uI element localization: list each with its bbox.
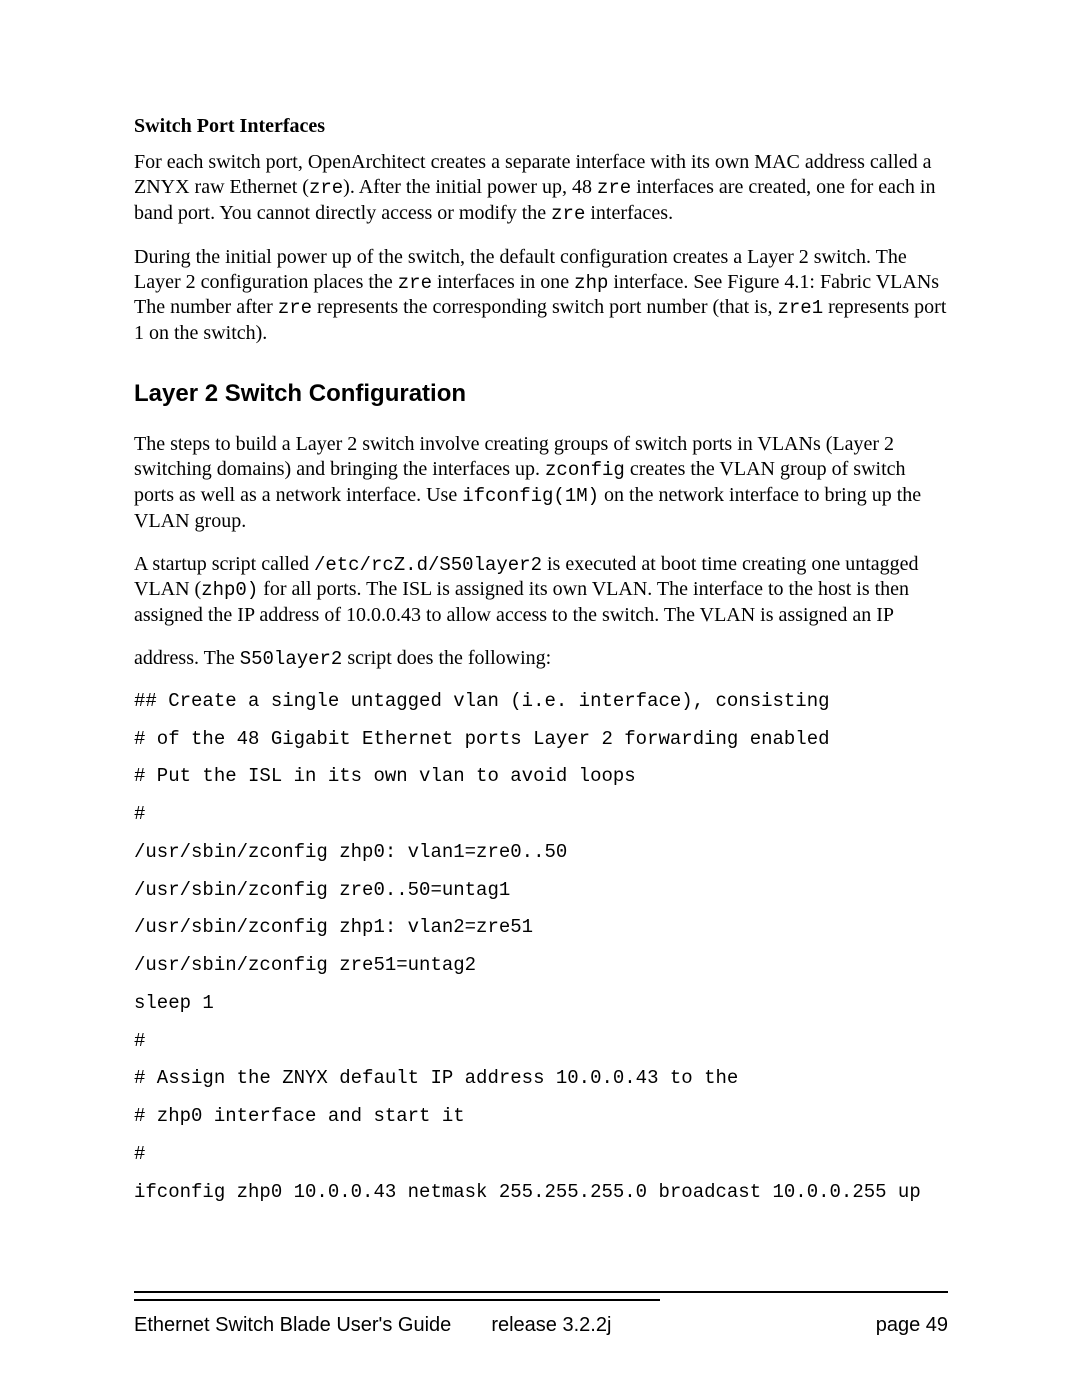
paragraph: address. The S50layer2 script does the f… xyxy=(134,646,948,672)
paragraph: The steps to build a Layer 2 switch invo… xyxy=(134,432,948,534)
code-line: # xyxy=(134,1030,948,1054)
code-line: # zhp0 interface and start it xyxy=(134,1105,948,1129)
inline-code: zhp0) xyxy=(201,579,258,601)
code-line: # Put the ISL in its own vlan to avoid l… xyxy=(134,765,948,789)
code-line: sleep 1 xyxy=(134,992,948,1016)
inline-code: zre xyxy=(551,203,585,225)
footer-divider xyxy=(134,1291,948,1293)
text: ). After the initial power up, 48 xyxy=(343,176,597,198)
text: script does the following: xyxy=(342,647,551,669)
text: represents the corresponding switch port… xyxy=(312,296,777,318)
footer-divider xyxy=(134,1299,660,1301)
inline-code: zconfig xyxy=(545,459,625,481)
code-line: # Assign the ZNYX default IP address 10.… xyxy=(134,1067,948,1091)
code-line: /usr/sbin/zconfig zhp1: vlan2=zre51 xyxy=(134,916,948,940)
code-line: # xyxy=(134,1143,948,1167)
inline-code: zre1 xyxy=(778,297,824,319)
code-line: ## Create a single untagged vlan (i.e. i… xyxy=(134,690,948,714)
inline-code: zre xyxy=(278,297,312,319)
footer-doc-title: Ethernet Switch Blade User's Guide xyxy=(134,1314,451,1337)
inline-code: zhp xyxy=(574,272,608,294)
inline-code: zre xyxy=(597,177,631,199)
code-line: /usr/sbin/zconfig zre51=untag2 xyxy=(134,954,948,978)
code-line: # xyxy=(134,803,948,827)
text: address. The xyxy=(134,647,240,669)
code-line: # of the 48 Gigabit Ethernet ports Layer… xyxy=(134,728,948,752)
paragraph: A startup script called /etc/rcZ.d/S50la… xyxy=(134,552,948,629)
code-line: ifconfig zhp0 10.0.0.43 netmask 255.255.… xyxy=(134,1181,948,1205)
section-heading-switch-port-interfaces: Switch Port Interfaces xyxy=(134,115,948,138)
text: interfaces. xyxy=(585,202,673,224)
document-page: Switch Port Interfaces For each switch p… xyxy=(0,0,1080,1397)
footer-release: release 3.2.2j xyxy=(491,1314,611,1337)
text: A startup script called xyxy=(134,553,314,575)
text: interfaces in one xyxy=(432,271,574,293)
code-line: /usr/sbin/zconfig zre0..50=untag1 xyxy=(134,879,948,903)
code-line: /usr/sbin/zconfig zhp0: vlan1=zre0..50 xyxy=(134,841,948,865)
inline-code: zre xyxy=(398,272,432,294)
inline-code: /etc/rcZ.d/S50layer2 xyxy=(314,554,542,576)
paragraph: For each switch port, OpenArchitect crea… xyxy=(134,150,948,227)
inline-code: ifconfig(1M) xyxy=(462,485,599,507)
page-footer: Ethernet Switch Blade User's Guide relea… xyxy=(134,1314,948,1337)
footer-left: Ethernet Switch Blade User's Guide relea… xyxy=(134,1314,611,1337)
inline-code: zre xyxy=(309,177,343,199)
inline-code: S50layer2 xyxy=(240,648,343,670)
paragraph: During the initial power up of the switc… xyxy=(134,245,948,347)
heading-layer2-switch-configuration: Layer 2 Switch Configuration xyxy=(134,380,948,408)
footer-page-number: page 49 xyxy=(876,1314,948,1337)
